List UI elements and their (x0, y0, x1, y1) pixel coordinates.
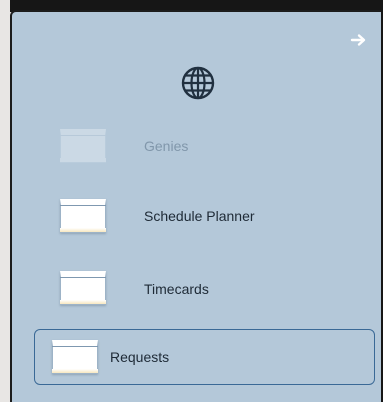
card-icon (52, 340, 98, 374)
nav-item-label: Timecards (144, 281, 209, 297)
card-icon (60, 129, 106, 163)
nav-item-requests[interactable]: Requests (34, 329, 375, 385)
nav-item-genies[interactable]: Genies (36, 118, 376, 174)
card-icon (60, 199, 106, 233)
nav-item-label: Genies (144, 138, 189, 154)
collapse-panel-button[interactable] (349, 32, 369, 48)
nav-item-label: Requests (110, 349, 170, 365)
card-icon (60, 271, 106, 305)
window-left-gutter (0, 0, 10, 402)
globe-icon (181, 66, 215, 100)
arrow-right-icon (350, 34, 366, 46)
nav-item-label: Schedule Planner (144, 208, 255, 224)
nav-item-timecards[interactable]: Timecards (36, 260, 376, 316)
navigation-panel: Genies Schedule Planner Timecards Reques… (10, 10, 381, 402)
nav-item-schedule-planner[interactable]: Schedule Planner (36, 188, 376, 244)
